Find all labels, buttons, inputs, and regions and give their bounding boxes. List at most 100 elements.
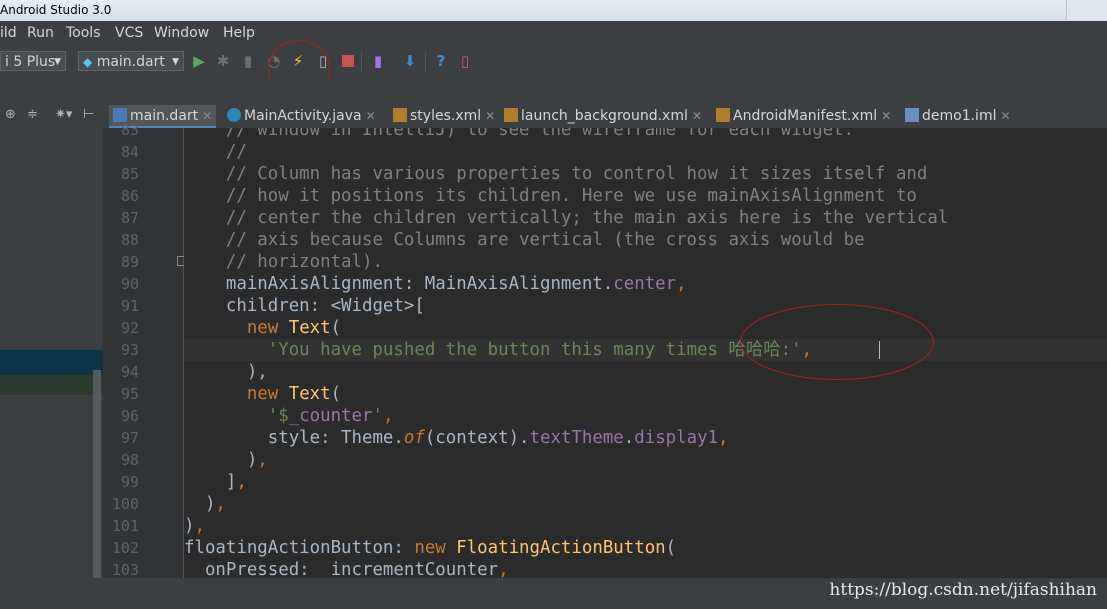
menu-bar: ild Run Tools VCS Window Help <box>0 21 1107 46</box>
code-editor[interactable]: // window in IntelliJ) to see the wirefr… <box>184 128 1107 578</box>
module-file-icon <box>905 108 919 122</box>
java-class-icon <box>227 108 241 122</box>
code-line: floatingActionButton: new FloatingAction… <box>184 538 677 558</box>
line-number: 93 <box>120 341 139 359</box>
menu-window[interactable]: Window <box>154 25 209 41</box>
menu-help[interactable]: Help <box>223 25 255 41</box>
run-config-selector[interactable]: ◆ main.dart ▼ <box>78 51 184 71</box>
line-number: 84 <box>120 143 139 161</box>
code-line: new Text( <box>246 318 342 338</box>
project-panel: ⊕ ≑ ✷▾ ⊢ <box>0 105 103 609</box>
line-number: 90 <box>120 275 139 293</box>
gear-icon[interactable]: ✷▾ <box>55 107 72 122</box>
code-line: // window in IntelliJ) to see the wirefr… <box>184 128 855 140</box>
tab-label: launch_background.xml <box>521 108 688 124</box>
tab-label: demo1.iml <box>922 108 997 124</box>
title-bar: Android Studio 3.0 <box>0 0 1107 21</box>
menu-vcs[interactable]: VCS <box>115 25 143 41</box>
code-line: // horizontal). <box>184 252 383 272</box>
main-toolbar: i 5 Plus ▼ ◆ main.dart ▼ ▶ ✱ ▮ ◔ ⚡ ▯ ▮ ⬇… <box>0 40 1107 98</box>
code-line: '$_counter', <box>184 406 394 426</box>
debug-icon[interactable]: ✱ <box>215 53 231 69</box>
code-line: new Text( <box>246 384 342 404</box>
code-line: // center the children vertically; the m… <box>184 208 949 228</box>
help-icon[interactable]: ? <box>433 53 449 69</box>
code-line: ), <box>184 362 268 382</box>
line-number: 100 <box>111 495 139 513</box>
tab-main-activity-java[interactable]: MainActivity.java ✕ <box>227 105 376 128</box>
close-icon[interactable]: ✕ <box>366 109 376 123</box>
close-icon[interactable]: ✕ <box>692 109 702 123</box>
toolbar-separator <box>361 52 362 72</box>
panel-scrollbar[interactable] <box>93 370 101 600</box>
tab-launch-background-xml[interactable]: launch_background.xml ✕ <box>504 105 702 128</box>
menu-tools[interactable]: Tools <box>66 25 101 41</box>
code-line: // axis because Columns are vertical (th… <box>184 230 865 250</box>
line-number: 98 <box>120 451 139 469</box>
device-selector-label: i 5 Plus <box>5 54 56 70</box>
sync-icon[interactable]: ⊕ <box>5 107 16 122</box>
code-line: // Column has various properties to cont… <box>184 164 928 184</box>
line-number: 92 <box>120 319 139 337</box>
tab-label: main.dart <box>130 108 199 124</box>
avd-manager-icon[interactable]: ▮ <box>370 53 386 69</box>
chevron-down-icon: ▼ <box>54 57 61 67</box>
tab-demo1-iml[interactable]: demo1.iml ✕ <box>905 105 1011 128</box>
xml-file-icon <box>504 108 518 122</box>
tab-label: AndroidManifest.xml <box>733 108 878 124</box>
flutter-icon: ◆ <box>83 55 93 69</box>
line-number-gutter: 83 84 85 86 87 88 89 90 91 92 93 94 95 9… <box>103 121 186 579</box>
device-selector[interactable]: i 5 Plus ▼ <box>0 51 66 71</box>
line-number: 86 <box>120 187 139 205</box>
line-number: 94 <box>120 363 139 381</box>
code-line-current: 'You have pushed the button this many ti… <box>184 339 1107 361</box>
line-number: 99 <box>120 473 139 491</box>
line-number: 101 <box>111 517 139 535</box>
stop-icon[interactable] <box>340 53 356 69</box>
line-number: 91 <box>120 297 139 315</box>
code-line: children: <Widget>[ <box>184 296 425 316</box>
close-icon[interactable]: ✕ <box>485 109 495 123</box>
code-line: // <box>184 142 247 162</box>
watermark: https://blog.csdn.net/jifashihan <box>829 580 1097 600</box>
device-file-explorer-icon[interactable]: ▯ <box>457 53 473 69</box>
line-number: 96 <box>120 407 139 425</box>
xml-file-icon <box>716 108 730 122</box>
line-number: 89 <box>120 253 139 271</box>
xml-file-icon <box>393 108 407 122</box>
tab-styles-xml[interactable]: styles.xml ✕ <box>393 105 495 128</box>
code-line: style: Theme.of(context).textTheme.displ… <box>184 428 729 448</box>
selected-tree-item[interactable] <box>0 350 103 375</box>
line-number: 88 <box>120 231 139 249</box>
line-number: 97 <box>120 429 139 447</box>
toolbar-separator <box>425 52 426 72</box>
menu-build[interactable]: ild <box>0 25 17 41</box>
window-title: Android Studio 3.0 <box>0 3 112 17</box>
coverage-icon[interactable]: ▮ <box>240 53 256 69</box>
collapse-icon[interactable]: ≑ <box>27 107 38 122</box>
tab-android-manifest-xml[interactable]: AndroidManifest.xml ✕ <box>716 105 891 128</box>
sdk-manager-icon[interactable]: ⬇ <box>402 53 418 69</box>
chevron-down-icon: ▼ <box>172 57 179 67</box>
run-icon[interactable]: ▶ <box>191 53 207 69</box>
tree-item[interactable] <box>0 375 103 395</box>
line-number: 85 <box>120 165 139 183</box>
code-line: onPressed: _incrementCounter, <box>184 560 509 578</box>
run-config-label: main.dart <box>96 54 165 70</box>
code-line: mainAxisAlignment: MainAxisAlignment.cen… <box>184 274 687 294</box>
close-icon[interactable]: ✕ <box>202 109 212 123</box>
hide-panel-icon[interactable]: ⊢ <box>83 107 94 122</box>
window-close-button[interactable] <box>1066 0 1107 20</box>
code-line: // how it positions its children. Here w… <box>184 186 917 206</box>
code-line: ), <box>184 450 268 470</box>
tab-label: styles.xml <box>410 108 482 124</box>
editor-tab-bar: main.dart ✕ MainActivity.java ✕ styles.xml… <box>103 105 1107 128</box>
code-line: ], <box>184 472 247 492</box>
menu-run[interactable]: Run <box>27 25 54 41</box>
close-icon[interactable]: ✕ <box>1000 109 1010 123</box>
close-icon[interactable]: ✕ <box>881 109 891 123</box>
line-number: 83 <box>120 121 139 139</box>
tab-label: MainActivity.java <box>244 108 362 124</box>
line-number: 102 <box>111 539 139 557</box>
annotation-ellipse <box>740 304 934 380</box>
